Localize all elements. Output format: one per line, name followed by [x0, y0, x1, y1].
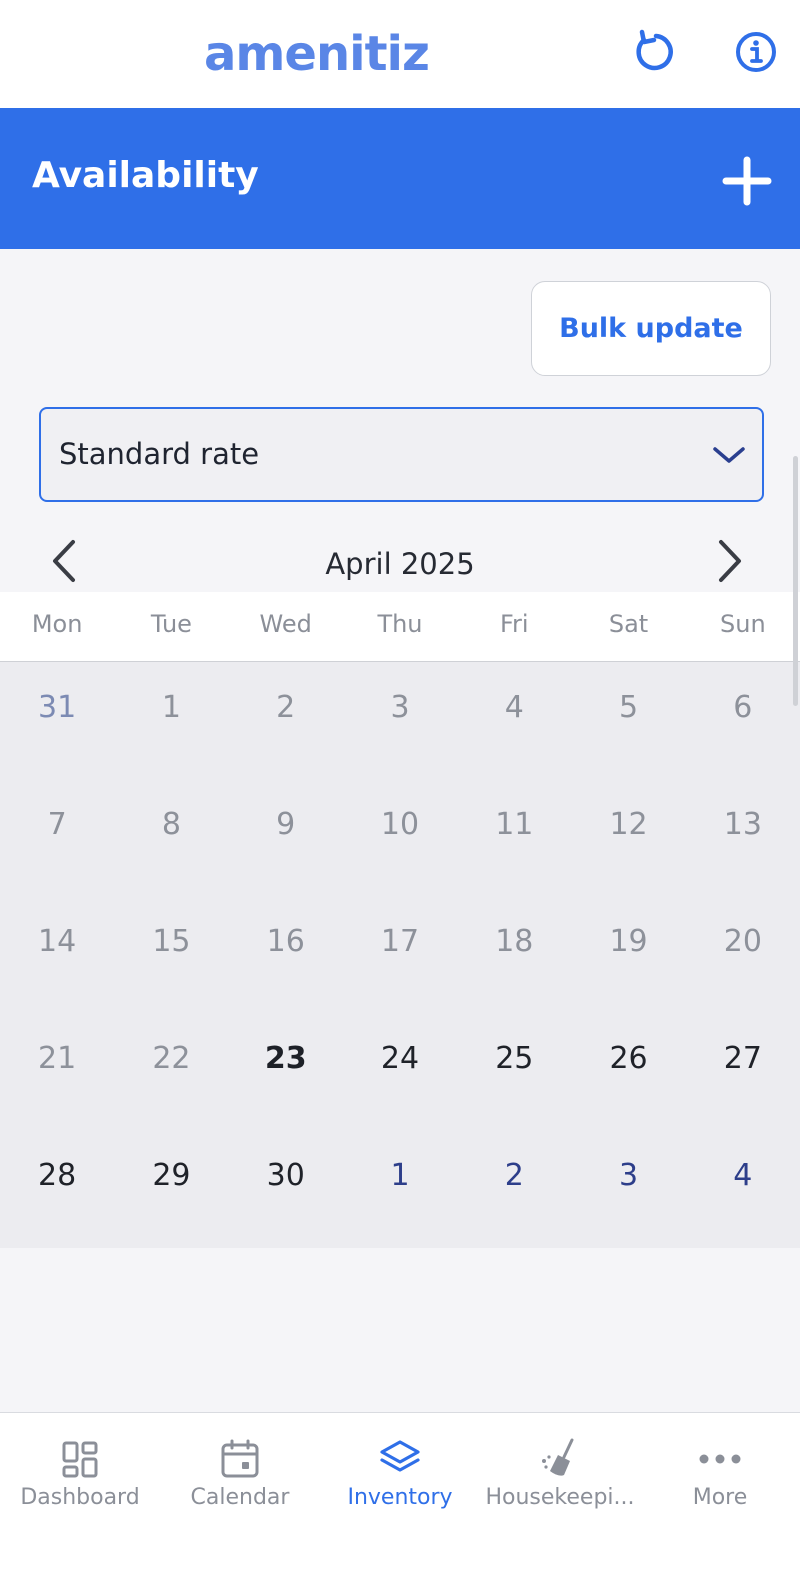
nav-item-label: Housekeepi... [485, 1485, 635, 1510]
nav-item-inventory[interactable]: Inventory [320, 1413, 480, 1572]
weekday-label: Thu [377, 610, 423, 638]
plus-icon [722, 156, 772, 206]
calendar-day[interactable]: 1 [114, 662, 228, 779]
month-label: April 2025 [325, 547, 475, 581]
calendar-day[interactable]: 3 [343, 662, 457, 779]
rate-select[interactable]: Standard rate [39, 407, 764, 502]
nav-item-label: Calendar [190, 1485, 290, 1510]
calendar-day[interactable]: 20 [686, 896, 800, 1013]
calendar-day[interactable]: 25 [457, 1013, 571, 1130]
next-month-button[interactable] [708, 536, 752, 586]
more-icon [699, 1454, 741, 1464]
dashboard-icon [62, 1441, 98, 1478]
calendar-day[interactable]: 4 [686, 1130, 800, 1247]
calendar-grid: 31 1 2 3 4 5 6 7 8 9 10 11 12 13 14 15 1… [0, 662, 800, 1248]
page-titlebar: Availability [0, 108, 800, 249]
weekday-label: Mon [31, 610, 83, 638]
weekday-label: Fri [499, 610, 529, 638]
calendar-day[interactable]: 31 [0, 662, 114, 779]
refresh-icon[interactable] [630, 28, 678, 76]
broom-icon [542, 1438, 574, 1476]
calendar-day[interactable]: 8 [114, 779, 228, 896]
calendar-icon [221, 1439, 259, 1478]
calendar-day[interactable]: 13 [686, 779, 800, 896]
weekday-label: Tue [150, 610, 192, 638]
rate-select-value: Standard rate [59, 437, 260, 471]
weekday-label: Sat [608, 610, 649, 638]
nav-item-label: Inventory [347, 1485, 453, 1510]
nav-item-dashboard[interactable]: Dashboard [0, 1413, 160, 1572]
calendar-day[interactable]: 19 [571, 896, 685, 1013]
scrollbar[interactable] [793, 456, 798, 706]
calendar-day[interactable]: 12 [571, 779, 685, 896]
calendar-day[interactable]: 3 [571, 1130, 685, 1247]
calendar-day[interactable]: 4 [457, 662, 571, 779]
info-icon[interactable] [732, 28, 780, 76]
chevron-down-icon [712, 445, 746, 469]
calendar-day[interactable]: 28 [0, 1130, 114, 1247]
calendar-day[interactable]: 29 [114, 1130, 228, 1247]
calendar-day[interactable]: 30 [229, 1130, 343, 1247]
calendar-day[interactable]: 26 [571, 1013, 685, 1130]
nav-item-label: Dashboard [20, 1485, 140, 1510]
page-title: Availability [32, 155, 259, 196]
nav-item-more[interactable]: More [640, 1413, 800, 1572]
calendar-day[interactable]: 1 [343, 1130, 457, 1247]
calendar-day[interactable]: 27 [686, 1013, 800, 1130]
nav-item-calendar[interactable]: Calendar [160, 1413, 320, 1572]
weekday-label: Sun [720, 610, 766, 638]
calendar-day[interactable]: 16 [229, 896, 343, 1013]
chevron-right-icon [719, 540, 741, 582]
calendar-day[interactable]: 10 [343, 779, 457, 896]
calendar-day[interactable]: 14 [0, 896, 114, 1013]
calendar-day[interactable]: 5 [571, 662, 685, 779]
calendar-day[interactable]: 2 [457, 1130, 571, 1247]
amenitiz-logo: amenitiz [204, 26, 430, 82]
calendar-day[interactable]: 24 [343, 1013, 457, 1130]
add-button[interactable] [718, 152, 776, 210]
calendar-day[interactable]: 21 [0, 1013, 114, 1130]
bulk-update-button[interactable]: Bulk update [531, 281, 771, 376]
top-header: amenitiz [0, 0, 800, 108]
calendar-day[interactable]: 9 [229, 779, 343, 896]
calendar-day[interactable]: 17 [343, 896, 457, 1013]
layers-icon [380, 1440, 420, 1472]
calendar-day[interactable]: 2 [229, 662, 343, 779]
weekday-header: Mon Tue Wed Thu Fri Sat Sun [0, 592, 800, 662]
bottom-navigation: Dashboard Calendar Inventory Housekeepi.… [0, 1412, 800, 1572]
nav-item-label: More [692, 1485, 748, 1510]
calendar-day[interactable]: 6 [686, 662, 800, 779]
calendar-day[interactable]: 11 [457, 779, 571, 896]
calendar-day[interactable]: 15 [114, 896, 228, 1013]
calendar-day-today[interactable]: 23 [229, 1013, 343, 1130]
nav-item-housekeeping[interactable]: Housekeepi... [480, 1413, 640, 1572]
calendar-day[interactable]: 7 [0, 779, 114, 896]
calendar-day[interactable]: 22 [114, 1013, 228, 1130]
weekday-label: Wed [259, 610, 312, 638]
month-navigation: April 2025 [0, 530, 800, 592]
calendar-day[interactable]: 18 [457, 896, 571, 1013]
